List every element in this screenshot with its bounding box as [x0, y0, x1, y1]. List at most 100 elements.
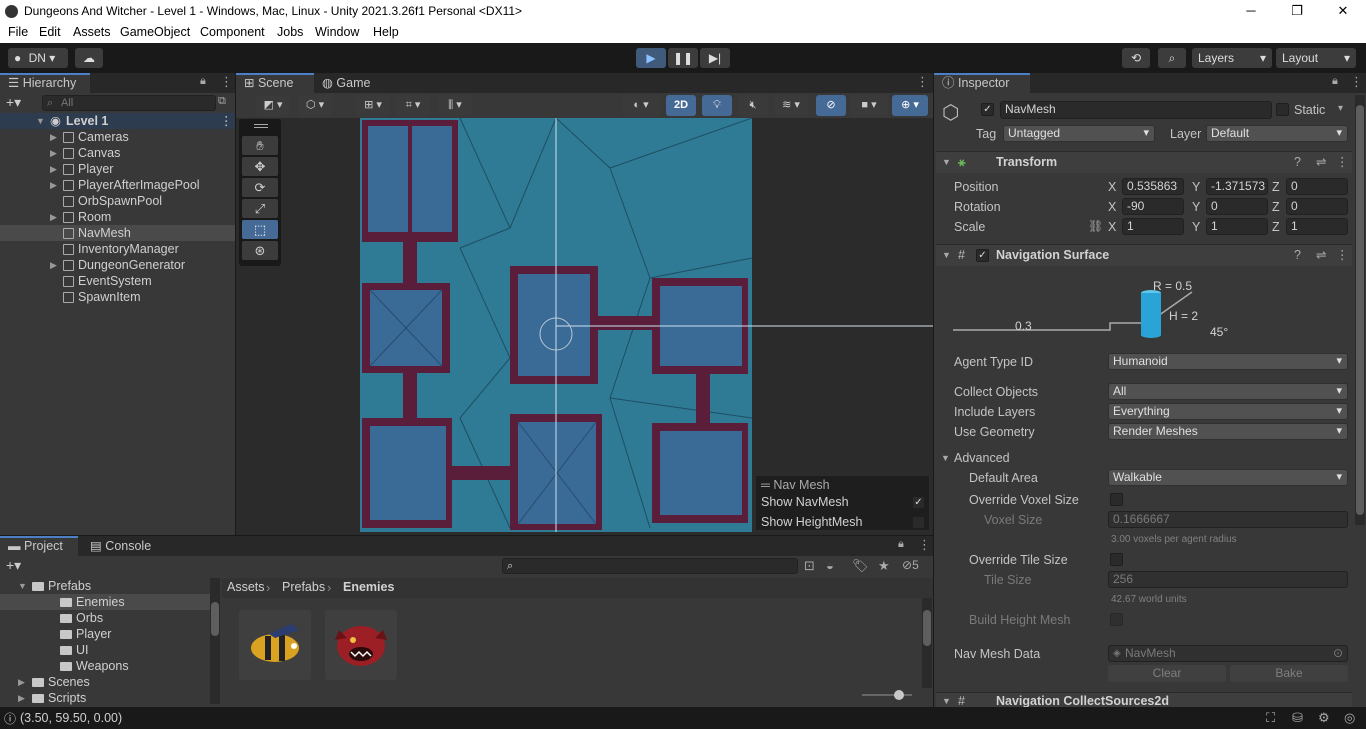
nav-data-field[interactable]: ◈ NavMesh ⊙ [1108, 645, 1348, 662]
project-search-input[interactable]: ⌕ [502, 558, 798, 574]
use-geometry-dropdown[interactable]: Render Meshes [1108, 423, 1348, 440]
project-folder-item[interactable]: Enemies [0, 594, 210, 610]
hierarchy-item[interactable]: ▶ DungeonGenerator [0, 257, 235, 273]
rotation-y-axis-label[interactable]: Y [1192, 200, 1200, 214]
transform-header[interactable]: ▼ ⚹ Transform ? ⇌ ⋮ [936, 151, 1352, 173]
scale-y-field[interactable]: 1 [1206, 218, 1268, 235]
hidden-objects-icon[interactable]: ⊘ [816, 95, 846, 116]
rotation-z-axis-label[interactable]: Z [1272, 200, 1280, 214]
chevron-down-icon[interactable]: ▼ [18, 578, 27, 594]
component-menu-icon[interactable]: ⋮ [1336, 245, 1349, 266]
voxel-size-input[interactable]: 0.1666667 [1108, 511, 1348, 528]
debug-mode-icon[interactable]: ⚙︎ [1318, 710, 1330, 726]
chevron-right-icon[interactable]: ▶ [50, 161, 57, 177]
project-folder-item[interactable]: ▶ Scenes [0, 674, 210, 690]
tab-inspector[interactable]: ⓘ Inspector [934, 73, 1030, 93]
object-cube-icon[interactable]: ⬡ ▾ [298, 95, 332, 116]
palette-grip-icon[interactable] [254, 124, 268, 128]
icon-size-slider-thumb[interactable] [894, 690, 904, 700]
layers-dropdown[interactable]: Layers ▾ [1192, 48, 1272, 68]
scale-y-axis-label[interactable]: Y [1192, 220, 1200, 234]
play-button[interactable]: ▶ [636, 48, 666, 68]
tag-dropdown[interactable]: Untagged [1003, 125, 1155, 142]
collect-sources-header[interactable]: ▼ # Navigation CollectSources2d [936, 692, 1352, 707]
rect-tool-icon[interactable]: ⬚ [242, 220, 278, 239]
tab-game[interactable]: ◍ Game [314, 73, 384, 93]
more-menu-icon[interactable]: ⋮ [1350, 74, 1363, 90]
tree-scrollbar-thumb[interactable] [211, 602, 219, 636]
effects-icon[interactable]: ≋ ▾ [774, 95, 808, 116]
lighting-icon[interactable]: 💡︎ [702, 95, 732, 116]
grid-snap-icon[interactable]: ⊞ ▾ [356, 95, 390, 116]
menu-jobs[interactable]: Jobs [277, 25, 303, 39]
presets-icon[interactable]: ⇌ [1316, 245, 1326, 266]
enemy-bee-prefab[interactable] [239, 610, 311, 680]
transform-tools-icon[interactable]: ◩ ▾ [256, 95, 290, 116]
hierarchy-item[interactable]: EventSystem [0, 273, 235, 289]
show-heightmesh-checkbox[interactable] [912, 516, 925, 529]
auto-generate-lighting-icon[interactable]: ◎ [1344, 710, 1355, 726]
project-folder-item[interactable]: Weapons [0, 658, 210, 674]
minimize-button[interactable]: ─ [1228, 0, 1274, 23]
scrollbar-thumb[interactable] [1356, 105, 1364, 515]
menu-file[interactable]: File [8, 25, 28, 39]
tab-console[interactable]: ▤ Console [82, 536, 162, 556]
project-folder-item[interactable]: ▶ Scripts [0, 690, 210, 706]
pause-button[interactable]: ❚❚ [668, 48, 698, 68]
position-y-field[interactable]: -1.371573 [1206, 178, 1268, 195]
transform-tool-icon[interactable]: ⊛ [242, 241, 278, 260]
clear-button[interactable]: Clear [1108, 665, 1226, 682]
tab-scene[interactable]: ⊞ Scene [236, 73, 314, 93]
icon-size-slider[interactable] [862, 690, 912, 700]
hierarchy-search-input[interactable]: ⌕ All [42, 95, 216, 111]
project-folder-item[interactable]: ▼ Prefabs [0, 578, 210, 594]
create-asset-icon[interactable]: +▾ [6, 557, 21, 574]
nav-surface-enabled-checkbox[interactable]: ✓ [976, 249, 989, 262]
agent-type-dropdown[interactable]: Humanoid [1108, 353, 1348, 370]
menu-assets[interactable]: Assets [73, 25, 111, 39]
active-checkbox[interactable]: ✓ [981, 103, 994, 116]
bake-button[interactable]: Bake [1230, 665, 1348, 682]
default-area-dropdown[interactable]: Walkable [1108, 469, 1348, 486]
cache-server-icon[interactable]: ⛁ [1292, 710, 1303, 726]
camera-icon[interactable]: ■ ▾ [850, 95, 888, 116]
more-menu-icon[interactable]: ⋮ [918, 537, 931, 553]
static-dropdown-icon[interactable]: ▾ [1338, 103, 1343, 114]
rotation-z-field[interactable]: 0 [1286, 198, 1348, 215]
position-x-field[interactable]: 0.535863 [1122, 178, 1184, 195]
step-button[interactable]: ▶| [700, 48, 730, 68]
move-tool-icon[interactable]: ✥ [242, 157, 278, 176]
grid-icon[interactable]: ⌗ ▾ [396, 95, 430, 116]
override-tile-checkbox[interactable] [1110, 553, 1123, 566]
chevron-right-icon[interactable]: ▶ [50, 129, 57, 145]
hierarchy-item[interactable]: SpawnItem [0, 289, 235, 305]
breadcrumb-enemies[interactable]: Enemies [343, 580, 394, 594]
search-icon[interactable]: ⌕ [1158, 48, 1186, 68]
override-voxel-checkbox[interactable] [1110, 493, 1123, 506]
search-by-label-icon[interactable]: ◒ [826, 558, 834, 573]
layer-dropdown[interactable]: Default [1206, 125, 1348, 142]
menu-help[interactable]: Help [373, 25, 399, 39]
hierarchy-item[interactable]: ▶ PlayerAfterImagePool [0, 177, 235, 193]
position-z-field[interactable]: 0 [1286, 178, 1348, 195]
menu-edit[interactable]: Edit [39, 25, 61, 39]
help-icon[interactable]: ? [1294, 245, 1301, 266]
rotate-tool-icon[interactable]: ⟳ [242, 178, 278, 197]
layout-dropdown[interactable]: Layout ▾ [1276, 48, 1356, 68]
assets-scrollbar-thumb[interactable] [923, 610, 931, 646]
chevron-down-icon[interactable]: ▼ [941, 453, 950, 463]
constrain-proportions-icon[interactable]: ⛓︎ [1088, 219, 1103, 233]
mode-2d-button[interactable]: 2D [666, 95, 696, 116]
collect-objects-dropdown[interactable]: All [1108, 383, 1348, 400]
tile-size-input[interactable]: 256 [1108, 571, 1348, 588]
hand-tool-icon[interactable]: ✋︎ [242, 136, 278, 155]
scale-x-axis-label[interactable]: X [1108, 220, 1116, 234]
search-by-type-icon[interactable]: ⊡ [804, 558, 815, 574]
rotation-x-axis-label[interactable]: X [1108, 200, 1116, 214]
chevron-right-icon[interactable]: ▶ [50, 177, 57, 193]
maximize-button[interactable]: ❐ [1274, 0, 1320, 23]
chevron-down-icon[interactable]: ▼ [36, 113, 45, 129]
enemy-demon-prefab[interactable] [325, 610, 397, 680]
status-message[interactable]: (3.50, 59.50, 0.00) [20, 711, 122, 725]
position-z-axis-label[interactable]: Z [1272, 180, 1280, 194]
